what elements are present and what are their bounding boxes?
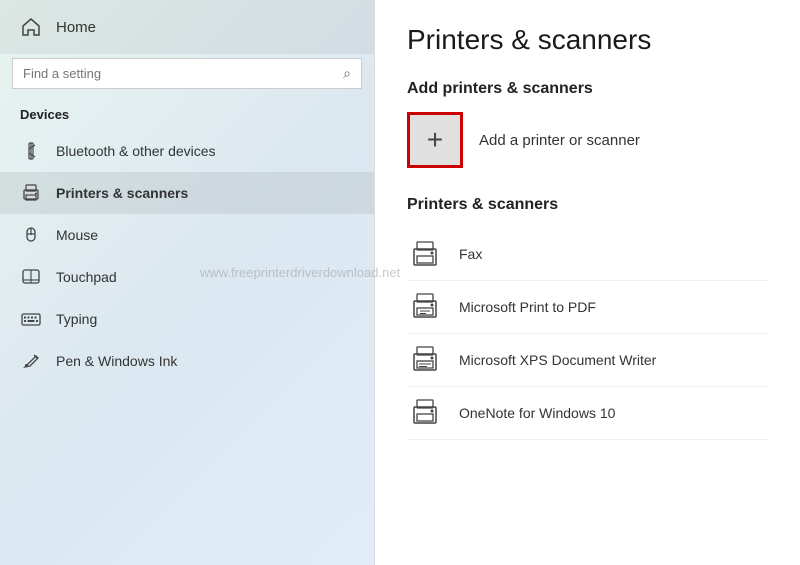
onenote-name: OneNote for Windows 10 — [459, 405, 615, 421]
devices-section-title: Devices — [0, 101, 374, 130]
printer-item-xps[interactable]: Microsoft XPS Document Writer — [407, 334, 768, 387]
add-printer-row: + Add a printer or scanner — [407, 112, 768, 168]
search-box[interactable]: ⌕ — [12, 58, 362, 89]
search-icon: ⌕ — [343, 65, 351, 82]
printers-section-title: Printers & scanners — [407, 196, 768, 214]
touchpad-icon — [20, 266, 42, 288]
xps-name: Microsoft XPS Document Writer — [459, 352, 656, 368]
printer-item-onenote[interactable]: OneNote for Windows 10 — [407, 387, 768, 440]
onenote-printer-icon — [407, 395, 443, 431]
keyboard-icon — [20, 308, 42, 330]
sidebar-item-printers[interactable]: Printers & scanners — [0, 172, 374, 214]
fax-icon — [407, 236, 443, 272]
sidebar: Home ⌕ Devices Bluetooth & other devices — [0, 0, 375, 565]
search-input[interactable] — [23, 66, 335, 81]
bluetooth-icon — [20, 140, 42, 162]
sidebar-item-pen[interactable]: Pen & Windows Ink — [0, 340, 374, 382]
pen-icon — [20, 350, 42, 372]
printer-item-fax[interactable]: Fax — [407, 228, 768, 281]
sidebar-item-typing[interactable]: Typing — [0, 298, 374, 340]
typing-label: Typing — [56, 311, 97, 327]
sidebar-item-touchpad[interactable]: Touchpad — [0, 256, 374, 298]
pen-label: Pen & Windows Ink — [56, 353, 177, 369]
mouse-icon — [20, 224, 42, 246]
printer-icon — [20, 182, 42, 204]
pdf-printer-icon — [407, 289, 443, 325]
home-icon — [20, 16, 42, 38]
sidebar-nav: Bluetooth & other devices Printers & sca… — [0, 130, 374, 382]
printers-label: Printers & scanners — [56, 185, 188, 201]
add-printer-label: Add a printer or scanner — [479, 132, 640, 149]
page-title: Printers & scanners — [407, 24, 768, 56]
home-label: Home — [56, 19, 96, 36]
bluetooth-label: Bluetooth & other devices — [56, 143, 216, 159]
pdf-name: Microsoft Print to PDF — [459, 299, 596, 315]
add-icon: + — [427, 124, 443, 156]
fax-name: Fax — [459, 246, 482, 262]
main-content: Printers & scanners Add printers & scann… — [375, 0, 800, 565]
sidebar-home-item[interactable]: Home — [0, 0, 374, 54]
mouse-label: Mouse — [56, 227, 98, 243]
touchpad-label: Touchpad — [56, 269, 117, 285]
add-printer-button[interactable]: + — [407, 112, 463, 168]
xps-printer-icon — [407, 342, 443, 378]
printer-item-pdf[interactable]: Microsoft Print to PDF — [407, 281, 768, 334]
add-section-title: Add printers & scanners — [407, 80, 768, 98]
sidebar-item-mouse[interactable]: Mouse — [0, 214, 374, 256]
sidebar-item-bluetooth[interactable]: Bluetooth & other devices — [0, 130, 374, 172]
